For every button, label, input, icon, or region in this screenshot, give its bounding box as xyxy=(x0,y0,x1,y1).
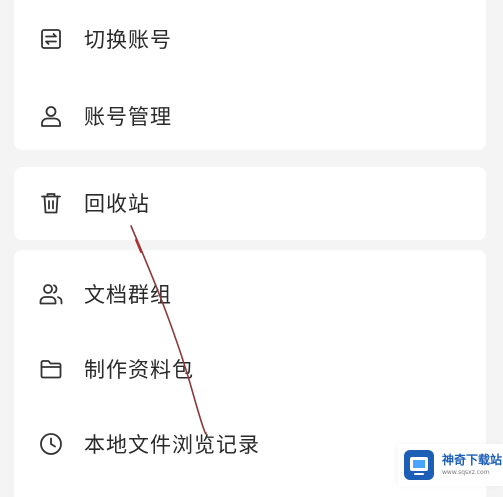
watermark: 神奇下载站 www.sqsxz.com xyxy=(398,444,503,486)
menu-item-switch-account[interactable]: 切换账号 xyxy=(14,19,486,59)
menu-item-label: 文档群组 xyxy=(84,283,172,307)
menu-item-label: 制作资料包 xyxy=(84,358,194,382)
menu-item-label: 账号管理 xyxy=(84,105,172,129)
menu-item-make-package[interactable]: 制作资料包 xyxy=(14,349,486,389)
menu-item-label: 回收站 xyxy=(84,192,150,216)
user-icon xyxy=(38,103,64,129)
switch-account-icon xyxy=(38,26,64,52)
menu-item-label: 切换账号 xyxy=(84,28,172,52)
group-icon xyxy=(38,281,64,307)
watermark-logo-icon xyxy=(404,450,434,480)
clock-icon xyxy=(38,431,64,457)
watermark-url: www.sqsxz.com xyxy=(442,469,490,476)
watermark-title: 神奇下载站 xyxy=(442,453,503,467)
account-section: 切换账号 账号管理 xyxy=(14,0,486,150)
menu-item-recycle-bin[interactable]: 回收站 xyxy=(14,183,486,223)
recycle-section: 回收站 xyxy=(14,167,486,240)
menu-item-account-management[interactable]: 账号管理 xyxy=(14,96,486,136)
menu-item-label: 本地文件浏览记录 xyxy=(84,433,260,457)
trash-icon xyxy=(38,190,64,216)
menu-item-document-groups[interactable]: 文档群组 xyxy=(14,274,486,314)
folder-icon xyxy=(38,356,64,382)
